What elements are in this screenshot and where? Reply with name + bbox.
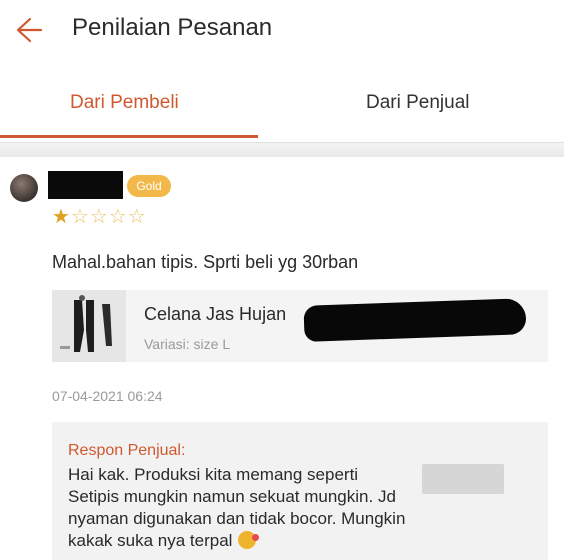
back-arrow-icon[interactable] [8, 12, 44, 48]
star-empty-icon: ☆ [89, 206, 108, 228]
seller-response-label: Respon Penjual: [68, 442, 186, 459]
review-timestamp: 07-04-2021 06:24 [52, 388, 163, 404]
product-variant: Variasi: size L [144, 336, 231, 352]
review-text: Mahal.bahan tipis. Sprti beli yg 30rban [52, 252, 359, 272]
page-title: Penilaian Pesanan [72, 14, 273, 41]
seller-response-box: Respon Penjual: Hai kak. Produksi kita m… [52, 422, 548, 560]
star-empty-icon: ☆ [127, 206, 146, 228]
app-header: Penilaian Pesanan [0, 0, 564, 60]
redacted-product-name [303, 298, 527, 342]
redacted-username [48, 171, 123, 199]
kiss-emoji-icon [238, 531, 260, 549]
response-line: kakak suka nya terpal [68, 531, 233, 550]
redacted-word [422, 464, 504, 494]
response-line: nyaman digunakan dan tidak bocor. Mungki… [68, 509, 406, 528]
star-rating: ★ ☆ ☆ ☆ ☆ [52, 205, 147, 229]
tab-dari-penjual[interactable]: Dari Penjual [366, 92, 470, 114]
star-empty-icon: ☆ [108, 206, 127, 228]
gold-badge: Gold [127, 175, 171, 197]
active-tab-indicator [0, 135, 258, 138]
product-name: Celana Jas Hujan [144, 304, 287, 324]
product-thumbnail [52, 290, 126, 362]
tab-bar: Dari Pembeli Dari Penjual [0, 78, 564, 138]
avatar[interactable] [10, 174, 38, 202]
star-filled-icon: ★ [52, 206, 70, 228]
section-divider [0, 142, 564, 157]
product-card[interactable]: Celana Jas Hujan Variasi: size L [52, 290, 548, 362]
tab-dari-pembeli[interactable]: Dari Pembeli [70, 92, 179, 114]
star-empty-icon: ☆ [70, 206, 89, 228]
